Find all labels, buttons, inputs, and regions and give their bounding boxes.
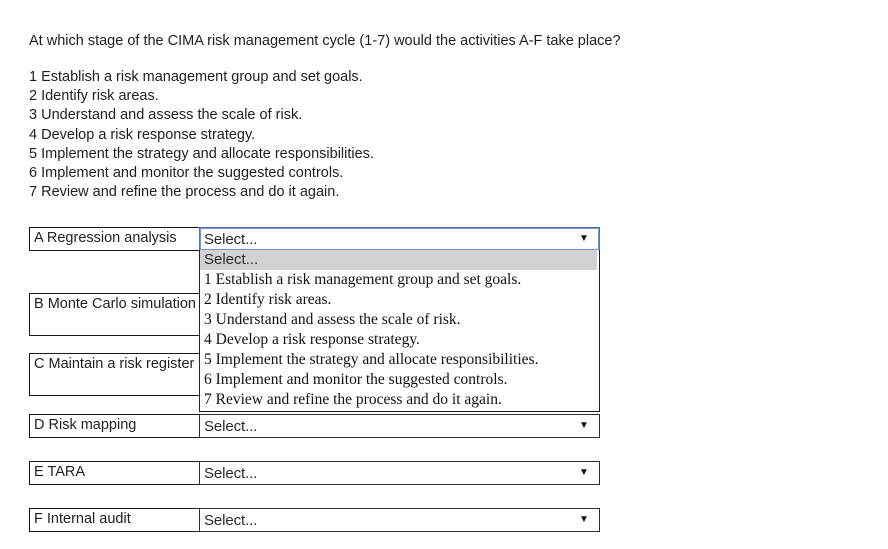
dropdown-option[interactable]: 3 Understand and assess the scale of ris… xyxy=(200,310,599,330)
dropdown-option[interactable]: 1 Establish a risk management group and … xyxy=(200,270,599,290)
dropdown-option[interactable]: 5 Implement the strategy and allocate re… xyxy=(200,350,599,370)
stage-list-item: 7 Review and refine the process and do i… xyxy=(29,184,340,201)
dropdown-option[interactable]: 4 Develop a risk response strategy. xyxy=(200,330,599,350)
select-a-value: Select... xyxy=(204,230,258,248)
stage-list-item: 5 Implement the strategy and allocate re… xyxy=(29,145,374,162)
stage-list-item: 1 Establish a risk management group and … xyxy=(29,69,363,85)
item-label-b: B Monte Carlo simulation xyxy=(29,293,200,336)
stage-list-item: 6 Implement and monitor the suggested co… xyxy=(29,165,344,182)
stage-list: 1 Establish a risk management group and … xyxy=(29,68,374,202)
question-prompt: At which stage of the CIMA risk manageme… xyxy=(29,33,621,49)
select-d-value: Select... xyxy=(204,417,258,435)
dropdown-option[interactable]: 2 Identify risk areas. xyxy=(200,290,599,310)
select-a[interactable]: Select... ▼ xyxy=(199,227,600,251)
dropdown-option[interactable]: 6 Implement and monitor the suggested co… xyxy=(200,370,599,390)
chevron-down-icon[interactable]: ▼ xyxy=(573,468,599,478)
stage-list-item: 3 Understand and assess the scale of ris… xyxy=(29,107,303,124)
chevron-down-icon[interactable]: ▼ xyxy=(573,421,599,431)
item-label-c: C Maintain a risk register xyxy=(29,353,200,396)
select-e-value: Select... xyxy=(204,464,258,482)
stage-list-item: 4 Develop a risk response strategy. xyxy=(29,126,256,143)
select-d[interactable]: Select... ▼ xyxy=(199,414,600,438)
item-label-e: E TARA xyxy=(29,461,200,485)
chevron-down-icon[interactable]: ▼ xyxy=(573,515,599,525)
chevron-down-icon[interactable]: ▼ xyxy=(573,234,599,244)
select-f-value: Select... xyxy=(204,511,258,529)
select-e[interactable]: Select... ▼ xyxy=(199,461,600,485)
item-label-f: F Internal audit xyxy=(29,508,200,532)
select-f[interactable]: Select... ▼ xyxy=(199,508,600,532)
dropdown-option[interactable]: 7 Review and refine the process and do i… xyxy=(200,390,599,410)
matching-grid: A Regression analysis Select... ▼ B Mont… xyxy=(29,227,600,532)
stage-list-item: 2 Identify risk areas. xyxy=(29,88,159,105)
table-row: A Regression analysis Select... ▼ xyxy=(29,227,600,251)
item-label-d: D Risk mapping xyxy=(29,414,200,438)
dropdown-option-list[interactable]: Select... 1 Establish a risk management … xyxy=(199,250,600,412)
item-label-a: A Regression analysis xyxy=(29,227,200,251)
dropdown-option[interactable]: Select... xyxy=(200,250,597,270)
